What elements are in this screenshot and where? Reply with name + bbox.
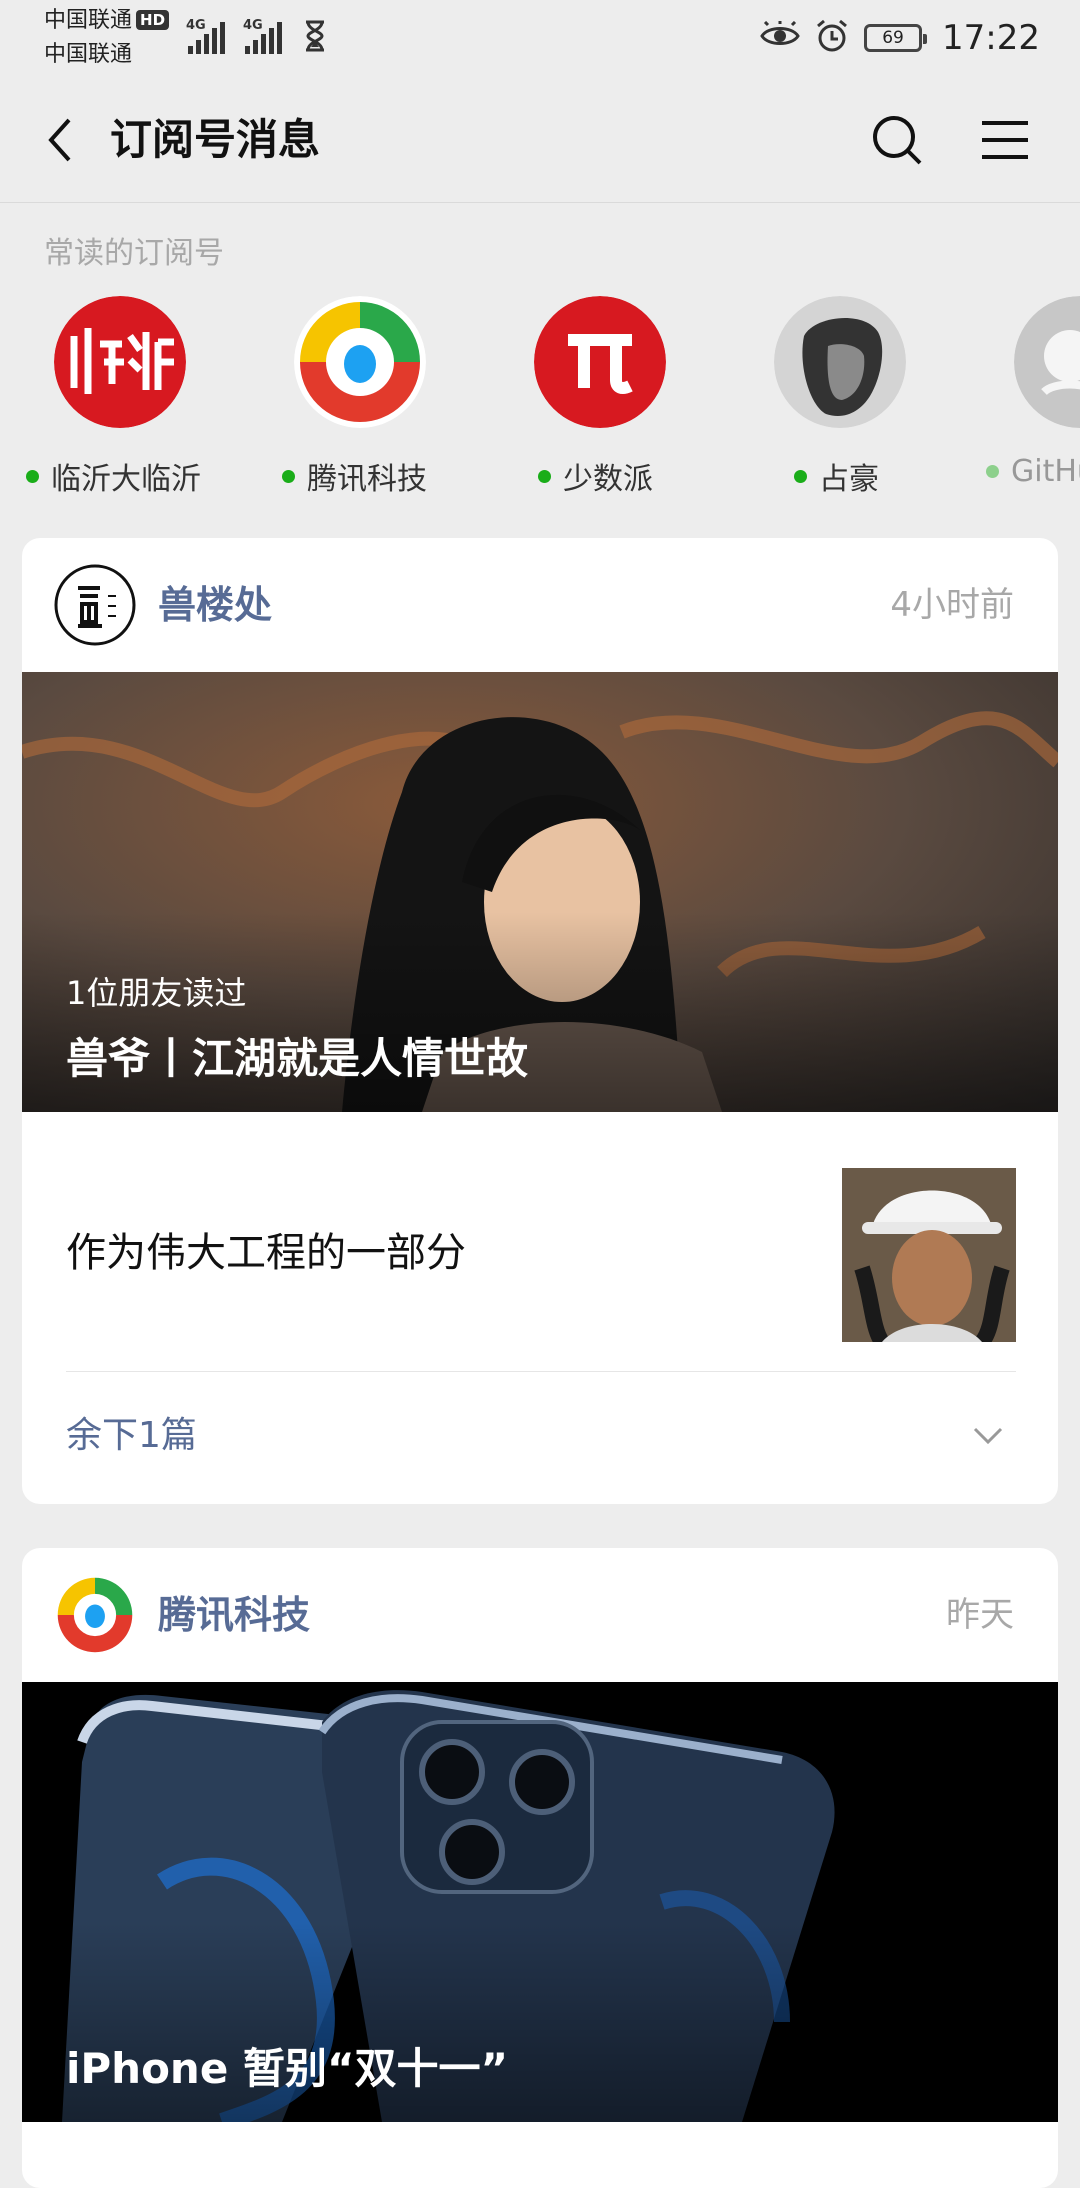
sub-article-thumbnail bbox=[842, 1168, 1016, 1342]
account-avatar bbox=[294, 296, 426, 428]
article-cover[interactable]: 1位朋友读过 兽爷丨江湖就是人情世故 bbox=[22, 672, 1058, 1112]
account-name: 少数派 bbox=[538, 454, 653, 496]
back-button[interactable] bbox=[30, 110, 90, 170]
account-avatar bbox=[54, 1574, 136, 1656]
page-title: 订阅号消息 bbox=[110, 115, 321, 164]
account-avatar bbox=[54, 564, 136, 646]
nav-divider bbox=[0, 202, 1080, 203]
signal-icon: 4G bbox=[243, 18, 282, 54]
card-header[interactable]: 腾讯科技 昨天 bbox=[22, 1548, 1058, 1682]
online-dot bbox=[794, 469, 807, 483]
account-avatar bbox=[774, 296, 906, 428]
publish-time: 4小时前 bbox=[890, 585, 1014, 625]
account-avatar bbox=[54, 296, 186, 428]
eye-icon bbox=[760, 20, 800, 55]
sub-article-title: 作为伟大工程的一部分 bbox=[66, 1230, 466, 1276]
account-name: 临沂大临沂 bbox=[26, 454, 201, 496]
online-dot bbox=[538, 469, 551, 483]
account-name: 占豪 bbox=[794, 454, 879, 496]
hourglass-icon bbox=[300, 18, 330, 54]
account-avatar bbox=[1014, 296, 1080, 428]
frequent-account-item[interactable]: GitHu bbox=[986, 296, 1080, 496]
account-name[interactable]: 腾讯科技 bbox=[158, 1580, 310, 1650]
menu-button[interactable] bbox=[970, 110, 1040, 170]
online-dot bbox=[26, 469, 39, 483]
subscription-card: 腾讯科技 昨天 iPhone 暂别“双十一” bbox=[22, 1548, 1058, 2188]
search-button[interactable] bbox=[862, 110, 932, 170]
hd-badge: HD bbox=[136, 10, 170, 30]
publish-time: 昨天 bbox=[946, 1595, 1014, 1635]
menu-icon bbox=[982, 121, 1028, 159]
account-avatar bbox=[534, 296, 666, 428]
online-dot bbox=[282, 469, 295, 483]
sub-article[interactable]: 作为伟大工程的一部分 bbox=[22, 1112, 1058, 1372]
signal-indicators: 4G 4G bbox=[186, 14, 330, 54]
friend-read-label: 1位朋友读过 bbox=[66, 974, 247, 1012]
carrier-label-1: 中国联通 HD bbox=[44, 8, 170, 34]
nav-bar: 订阅号消息 bbox=[0, 90, 1080, 190]
frequent-accounts-list: 临沂大临沂 腾讯科技 少数派 占豪 GitHu bbox=[0, 296, 1080, 496]
search-icon bbox=[873, 116, 922, 165]
subscription-card: 兽楼处 4小时前 1位朋友读过 兽爷丨江湖就是人情世故 作为伟大工程的一部分 余 bbox=[22, 538, 1058, 1504]
alarm-icon bbox=[814, 18, 850, 58]
frequent-section-label: 常读的订阅号 bbox=[44, 236, 224, 271]
account-name: GitHu bbox=[986, 454, 1080, 489]
back-arrow-icon bbox=[48, 118, 71, 162]
more-articles-label: 余下1篇 bbox=[66, 1415, 197, 1456]
carrier-label-2: 中国联通 bbox=[44, 42, 133, 67]
frequent-account-item[interactable]: 临沂大临沂 bbox=[26, 296, 254, 496]
article-cover[interactable]: iPhone 暂别“双十一” bbox=[22, 1682, 1058, 2122]
battery-icon: 69 bbox=[864, 24, 928, 52]
article-title: 兽爷丨江湖就是人情世故 bbox=[66, 1034, 529, 1083]
account-name: 腾讯科技 bbox=[282, 454, 427, 496]
clock: 17:22 bbox=[942, 18, 1040, 58]
card-header[interactable]: 兽楼处 4小时前 bbox=[22, 538, 1058, 672]
article-title: iPhone 暂别“双十一” bbox=[66, 2044, 509, 2093]
more-articles-toggle[interactable]: 余下1篇 bbox=[22, 1372, 1058, 1500]
chevron-down-icon bbox=[968, 1416, 1008, 1456]
frequent-account-item[interactable]: 腾讯科技 bbox=[282, 296, 494, 496]
frequent-account-item[interactable]: 少数派 bbox=[534, 296, 734, 496]
signal-icon: 4G bbox=[186, 18, 225, 54]
status-bar: 中国联通 HD 中国联通 4G 4G 69 17:22 bbox=[0, 0, 1080, 78]
online-dot bbox=[986, 465, 999, 478]
account-name[interactable]: 兽楼处 bbox=[158, 570, 272, 640]
frequent-account-item[interactable]: 占豪 bbox=[774, 296, 974, 496]
